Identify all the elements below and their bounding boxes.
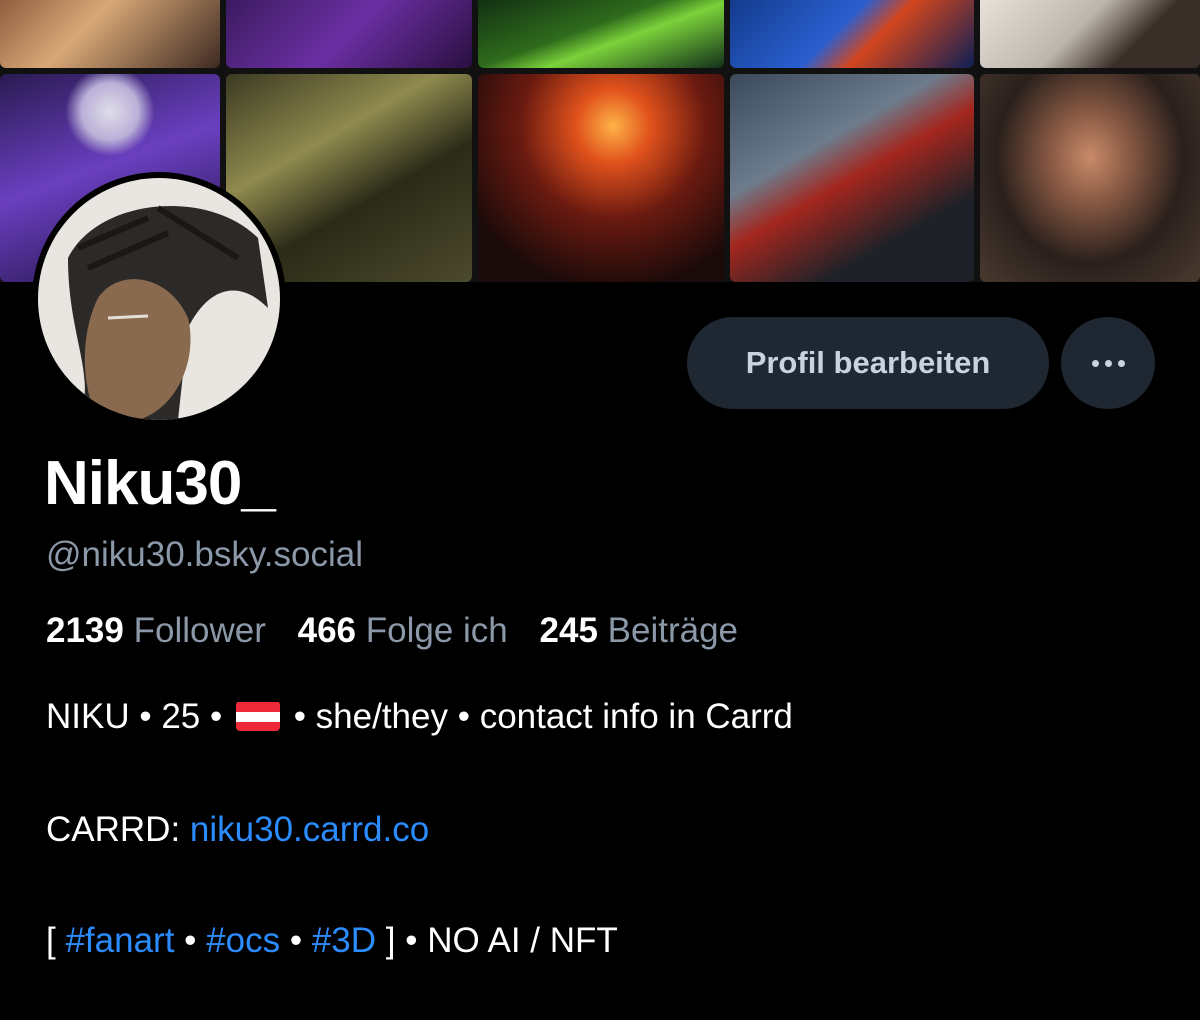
more-horizontal-icon bbox=[1104, 359, 1112, 367]
bio-text: ] • NO AI / NFT bbox=[385, 921, 618, 960]
stat-value: 245 bbox=[539, 611, 598, 650]
carrd-link[interactable]: niku30.carrd.co bbox=[190, 810, 429, 849]
austria-flag-icon bbox=[235, 701, 280, 731]
bio-separator: • bbox=[289, 921, 303, 960]
more-options-button[interactable] bbox=[1061, 317, 1155, 409]
more-horizontal-icon bbox=[1091, 359, 1099, 367]
avatar-image bbox=[38, 178, 280, 420]
bio-text: [ bbox=[46, 921, 56, 960]
bio-text: NIKU • 25 • bbox=[46, 697, 223, 736]
edit-profile-button[interactable]: Profil bearbeiten bbox=[687, 317, 1049, 409]
bio-line-3: [ #fanart • #ocs • #3D ] • NO AI / NFT bbox=[46, 921, 618, 961]
handle: @niku30.bsky.social bbox=[46, 535, 363, 574]
following-stat[interactable]: 466 Folge ich bbox=[298, 611, 508, 650]
display-name: Niku30_ bbox=[44, 449, 276, 518]
hashtag-ocs-link[interactable]: #ocs bbox=[206, 921, 280, 960]
stat-label: Follower bbox=[133, 611, 266, 650]
more-horizontal-icon bbox=[1117, 359, 1125, 367]
posts-stat: 245 Beiträge bbox=[540, 611, 739, 650]
stat-value: 2139 bbox=[46, 611, 124, 650]
bio-text: • she/they • contact info in Carrd bbox=[293, 697, 793, 736]
hashtag-3d-link[interactable]: #3D bbox=[312, 921, 376, 960]
avatar[interactable] bbox=[32, 172, 286, 426]
stat-label: Folge ich bbox=[365, 611, 508, 650]
stat-value: 466 bbox=[297, 611, 357, 650]
bio-line-2: CARRD: niku30.carrd.co bbox=[46, 810, 429, 850]
banner-artwork-tile bbox=[478, 74, 724, 282]
stat-label: Beiträge bbox=[607, 611, 739, 650]
hashtag-fanart-link[interactable]: #fanart bbox=[65, 921, 174, 960]
banner-artwork-tile bbox=[980, 74, 1200, 282]
banner-artwork-tile bbox=[226, 0, 472, 68]
profile-stats: 2139 Follower 466 Folge ich 245 Beiträge bbox=[46, 611, 760, 651]
banner-artwork-tile bbox=[730, 74, 974, 282]
bio-separator: • bbox=[184, 921, 197, 960]
banner-artwork-tile bbox=[980, 0, 1200, 68]
banner-artwork-tile bbox=[0, 0, 220, 68]
bio-text: CARRD: bbox=[46, 810, 181, 849]
bio-line-1: NIKU • 25 • • she/they • contact info in… bbox=[46, 697, 793, 737]
banner-artwork-tile bbox=[478, 0, 724, 68]
followers-stat[interactable]: 2139 Follower bbox=[46, 611, 266, 650]
banner-artwork-tile bbox=[730, 0, 974, 68]
